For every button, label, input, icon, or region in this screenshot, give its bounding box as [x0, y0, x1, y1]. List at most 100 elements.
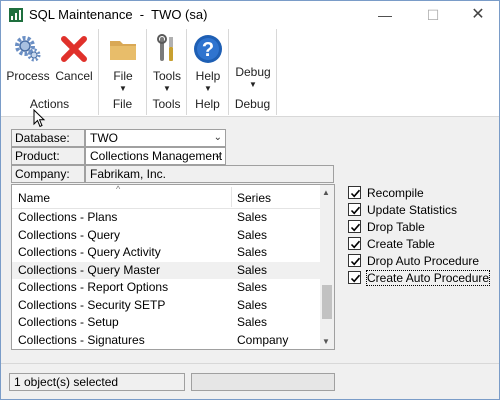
row-name: Collections - Signatures	[18, 332, 145, 347]
debug-menu-button[interactable]: Debug ▼	[229, 65, 277, 95]
row-series: Sales	[237, 210, 268, 224]
list-row[interactable]: Collections - Report Options Sales	[12, 279, 320, 297]
status-divider	[1, 363, 499, 364]
list-row[interactable]: Collections - Security SETP Sales	[12, 297, 320, 315]
list-row[interactable]: Collections - Query Activity Sales	[12, 244, 320, 262]
file-group: File ▼ File	[99, 29, 147, 115]
checkmark-icon	[350, 274, 361, 283]
row-name: Collections - Query Activity	[18, 245, 161, 259]
database-value: TWO	[90, 131, 118, 145]
dropdown-arrow-icon: ▼	[204, 84, 212, 93]
progress-bar	[191, 373, 335, 391]
cancel-x-icon	[61, 36, 87, 62]
create-auto-procedure-label: Create Auto Procedure	[365, 270, 491, 286]
drop-table-checkbox[interactable]	[348, 220, 361, 233]
row-series: Company	[237, 332, 289, 347]
close-button[interactable]: ✕	[456, 1, 500, 29]
drop-auto-procedure-checkbox[interactable]	[348, 254, 361, 267]
svg-text:?: ?	[202, 39, 214, 61]
create-auto-procedure-checkbox[interactable]	[348, 271, 361, 284]
database-label: Database:	[11, 129, 85, 147]
checkmark-icon	[350, 223, 361, 232]
minimize-button[interactable]: —	[363, 1, 407, 29]
product-value: Collections Management	[90, 149, 223, 163]
tools-icon	[157, 34, 173, 61]
dropdown-arrow-icon: ▼	[163, 84, 171, 93]
row-series: Sales	[237, 315, 268, 329]
create-table-label: Create Table	[367, 237, 435, 251]
file-menu-button[interactable]: File ▼	[101, 31, 145, 95]
row-name: Collections - Security SETP	[18, 297, 166, 312]
checkmark-icon	[350, 257, 361, 266]
scroll-up-icon[interactable]: ▲	[322, 188, 330, 197]
list-row[interactable]: Collections - Plans Sales	[12, 209, 320, 227]
product-label: Product:	[11, 147, 85, 165]
sort-caret-icon: ^	[116, 184, 121, 194]
tools-menu-label: Tools	[152, 69, 181, 83]
row-series: Sales	[237, 262, 268, 277]
list-row[interactable]: Collections - Signatures Company	[12, 332, 320, 350]
cancel-button[interactable]: Cancel	[53, 31, 95, 95]
checkmark-icon	[350, 240, 361, 249]
scroll-down-icon[interactable]: ▼	[322, 337, 330, 346]
checkmark-icon	[350, 189, 361, 198]
title-bar: SQL Maintenance - TWO (sa) — ☐ ✕	[1, 1, 499, 29]
process-label: Process	[6, 69, 50, 83]
list-row[interactable]: Collections - Setup Sales	[12, 314, 320, 332]
cancel-label: Cancel	[55, 69, 93, 83]
company-label: Company:	[11, 165, 85, 183]
window-title: SQL Maintenance - TWO (sa)	[29, 7, 208, 22]
dropdown-arrow-icon: ▼	[249, 80, 257, 89]
column-divider[interactable]	[231, 187, 232, 207]
gear-icon	[15, 36, 41, 62]
process-button[interactable]: Process	[5, 31, 51, 95]
sql-maintenance-window: SQL Maintenance - TWO (sa) — ☐ ✕ Process	[0, 0, 500, 400]
tools-group-label: Tools	[152, 97, 181, 111]
list-header: ^ Name Series	[12, 185, 320, 209]
chevron-down-icon: ⌄	[213, 150, 222, 161]
checkmark-icon	[350, 206, 361, 215]
ribbon-toolbar: Process Cancel Actions File ▼ File Tools…	[1, 29, 499, 128]
row-series: Sales	[237, 227, 268, 242]
company-value: Fabrikam, Inc.	[85, 165, 334, 183]
list-row[interactable]: Collections - Query Sales	[12, 227, 320, 245]
column-header-name[interactable]: Name	[18, 191, 50, 205]
dropdown-arrow-icon: ▼	[119, 84, 127, 93]
row-series: Sales	[237, 297, 268, 312]
list-rows: Collections - Plans Sales Collections - Q…	[12, 209, 320, 349]
help-group-label: Help	[195, 97, 220, 111]
row-name: Collections - Query Master	[18, 262, 161, 277]
row-series: Sales	[237, 280, 268, 294]
debug-menu-label: Debug	[235, 65, 271, 79]
tools-menu-button[interactable]: Tools ▼	[147, 31, 187, 95]
help-group: ? Help ▼ Help	[187, 29, 229, 115]
row-name: Collections - Report Options	[18, 280, 169, 294]
tools-group: Tools ▼ Tools	[147, 29, 187, 115]
folder-icon	[110, 41, 136, 60]
mouse-cursor-icon	[33, 109, 46, 128]
file-group-label: File	[112, 97, 133, 111]
database-dropdown[interactable]: TWO ⌄	[85, 129, 226, 147]
debug-group: Debug ▼ Debug	[229, 29, 277, 115]
help-menu-button[interactable]: ? Help ▼	[187, 31, 229, 95]
help-menu-label: Help	[195, 69, 221, 83]
app-icon	[9, 8, 23, 22]
update-statistics-label: Update Statistics	[367, 203, 458, 217]
maximize-button[interactable]: ☐	[411, 1, 455, 29]
chevron-down-icon: ⌄	[213, 132, 222, 143]
list-row-hovered[interactable]: Collections - Query Master Sales	[12, 261, 320, 279]
row-name: Collections - Plans	[18, 210, 118, 224]
row-name: Collections - Query	[18, 227, 121, 242]
file-menu-label: File	[113, 69, 133, 83]
actions-group: Process Cancel Actions	[1, 29, 99, 115]
create-table-checkbox[interactable]	[348, 237, 361, 250]
drop-table-label: Drop Table	[367, 220, 425, 234]
list-scrollbar[interactable]: ▲ ▼	[320, 185, 334, 349]
product-dropdown[interactable]: Collections Management ⌄	[85, 147, 226, 165]
actions-group-label: Actions	[29, 97, 70, 111]
recompile-checkbox[interactable]	[348, 186, 361, 199]
scrollbar-thumb[interactable]	[322, 285, 332, 319]
objects-list[interactable]: ^ Name Series Collections - Plans Sales C…	[11, 184, 335, 350]
update-statistics-checkbox[interactable]	[348, 203, 361, 216]
column-header-series[interactable]: Series	[237, 191, 271, 205]
